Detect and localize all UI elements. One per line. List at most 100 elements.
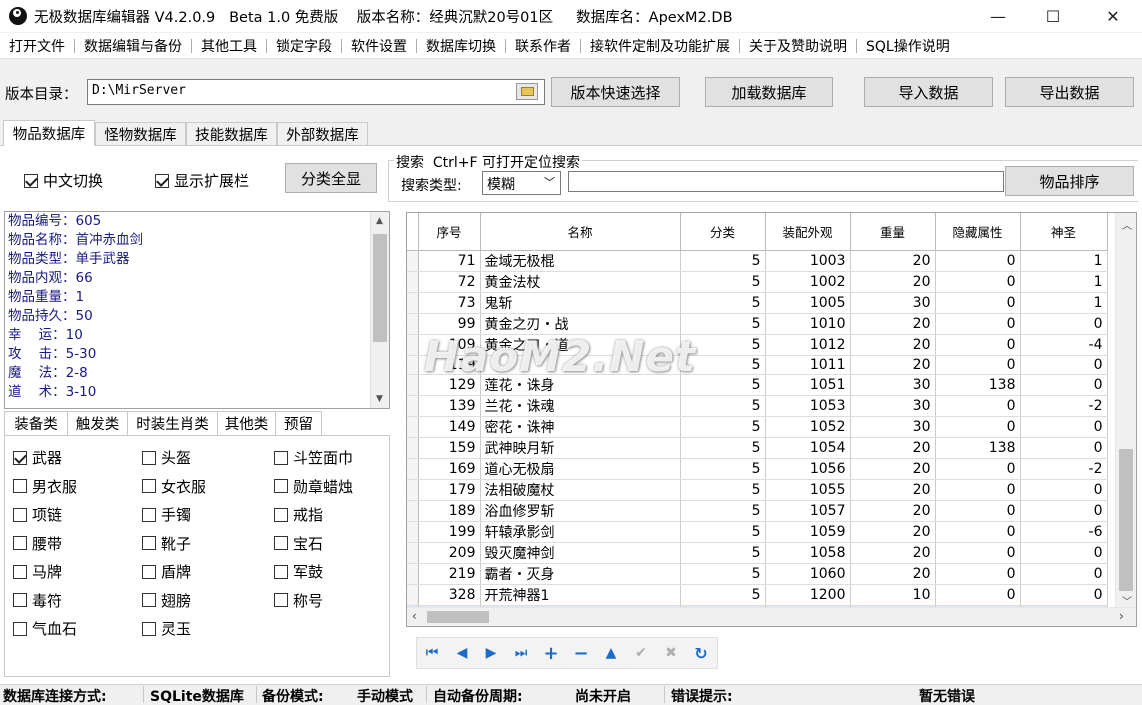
table-row[interactable]: 71 金域无极棍 5 1003 20 0 1	[407, 250, 1108, 272]
row-weight-cell[interactable]: 30	[850, 416, 936, 438]
table-row[interactable]: 99 黄金之刃・战 5 1010 20 0 0	[407, 313, 1108, 335]
scroll-down-icon[interactable]: ▼	[376, 394, 383, 404]
row-category-cell[interactable]: 5	[680, 458, 766, 480]
row-holy-cell[interactable]: 0	[1020, 374, 1108, 396]
category-checkbox[interactable]: 女衣服	[142, 476, 206, 497]
row-holy-cell[interactable]: 0	[1020, 542, 1108, 564]
items-grid[interactable]: 序号 名称 分类 装配外观 重量 隐藏属性 神圣 71 金域无极棍 5 1003 20 0…	[406, 212, 1137, 627]
row-indicator[interactable]	[407, 437, 419, 459]
row-id-cell[interactable]: 72	[418, 271, 481, 293]
category-checkbox[interactable]: 靴子	[142, 533, 191, 554]
table-row[interactable]: 149 密花・诛神 5 1052 30 0 0	[407, 416, 1108, 438]
cat-tab-fashion[interactable]: 时装生肖类	[128, 411, 218, 435]
refresh-icon[interactable]: ↻	[689, 642, 713, 664]
row-hidden-attr-cell[interactable]: 138	[935, 374, 1021, 396]
info-scrollbar[interactable]: ▲ ▼	[370, 212, 389, 408]
row-id-cell[interactable]: 189	[418, 500, 481, 522]
row-id-cell[interactable]: 109	[418, 334, 481, 356]
row-weight-cell[interactable]: 20	[850, 479, 936, 501]
row-weight-cell[interactable]: 20	[850, 542, 936, 564]
category-checkbox[interactable]: 勋章蜡烛	[274, 476, 353, 497]
row-name-cell[interactable]: 毁灭魔神剑	[480, 542, 681, 564]
row-hidden-attr-cell[interactable]: 0	[935, 542, 1021, 564]
category-checkbox[interactable]: 灵玉	[142, 618, 191, 639]
column-header-holy[interactable]: 神圣	[1020, 213, 1108, 251]
row-holy-cell[interactable]: 1	[1020, 292, 1108, 314]
row-category-cell[interactable]: 5	[680, 395, 766, 417]
row-indicator[interactable]	[407, 521, 419, 543]
table-row[interactable]: 119 5 1011 20 0 0	[407, 355, 1108, 375]
row-name-cell[interactable]: 鬼斩	[480, 292, 681, 314]
row-hidden-attr-cell[interactable]: 0	[935, 500, 1021, 522]
scroll-down-icon[interactable]: ﹀	[1122, 593, 1132, 608]
row-hidden-attr-cell[interactable]: 0	[935, 479, 1021, 501]
category-checkbox[interactable]: 马牌	[13, 561, 62, 582]
row-weight-cell[interactable]: 30	[850, 395, 936, 417]
row-category-cell[interactable]: 5	[680, 500, 766, 522]
row-holy-cell[interactable]: -2	[1020, 458, 1108, 480]
row-weight-cell[interactable]: 20	[850, 334, 936, 356]
row-hidden-attr-cell[interactable]: 0	[935, 395, 1021, 417]
row-holy-cell[interactable]: -2	[1020, 395, 1108, 417]
category-checkbox[interactable]: 斗笠面巾	[274, 447, 353, 468]
row-indicator[interactable]	[407, 500, 419, 522]
column-header-category[interactable]: 分类	[680, 213, 766, 251]
column-header-appearance[interactable]: 装配外观	[765, 213, 851, 251]
menu-contact[interactable]: 联系作者	[506, 36, 580, 56]
row-name-cell[interactable]: 道心无极扇	[480, 458, 681, 480]
row-hidden-attr-cell[interactable]: 0	[935, 458, 1021, 480]
row-appearance-cell[interactable]: 1059	[765, 521, 851, 543]
row-id-cell[interactable]: 119	[418, 355, 481, 375]
prev-record-icon[interactable]: ◀	[450, 642, 474, 664]
row-name-cell[interactable]: 霸者・灭身	[480, 563, 681, 585]
row-category-cell[interactable]: 5	[680, 563, 766, 585]
row-name-cell[interactable]: 轩辕承影剑	[480, 521, 681, 543]
menu-settings[interactable]: 软件设置	[342, 36, 416, 56]
row-indicator[interactable]	[407, 458, 419, 480]
category-checkbox[interactable]: 气血石	[13, 618, 77, 639]
row-holy-cell[interactable]: 0	[1020, 584, 1108, 606]
row-hidden-attr-cell[interactable]: 0	[935, 292, 1021, 314]
row-id-cell[interactable]: 71	[418, 250, 481, 272]
search-input[interactable]	[568, 171, 1004, 192]
table-row[interactable]: 179 法相破魔杖 5 1055 20 0 0	[407, 479, 1108, 501]
row-indicator[interactable]	[407, 250, 419, 272]
menu-about[interactable]: 关于及赞助说明	[740, 36, 856, 56]
category-checkbox[interactable]: 武器	[13, 447, 62, 468]
row-hidden-attr-cell[interactable]: 0	[935, 313, 1021, 335]
row-category-cell[interactable]: 5	[680, 313, 766, 335]
row-category-cell[interactable]: 5	[680, 374, 766, 396]
row-indicator[interactable]	[407, 292, 419, 314]
tab-items[interactable]: 物品数据库	[3, 120, 95, 146]
row-appearance-cell[interactable]: 1051	[765, 374, 851, 396]
row-indicator[interactable]	[407, 395, 419, 417]
menu-open-file[interactable]: 打开文件	[0, 36, 74, 56]
row-hidden-attr-cell[interactable]: 0	[935, 584, 1021, 606]
row-holy-cell[interactable]: 0	[1020, 479, 1108, 501]
category-checkbox[interactable]: 头盔	[142, 447, 191, 468]
row-id-cell[interactable]: 99	[418, 313, 481, 335]
row-weight-cell[interactable]: 20	[850, 437, 936, 459]
table-row[interactable]: 189 浴血修罗斩 5 1057 20 0 0	[407, 500, 1108, 522]
edit-record-icon[interactable]: ▲	[599, 642, 623, 664]
dir-input[interactable]: D:\MirServer	[87, 79, 545, 105]
row-weight-cell[interactable]: 20	[850, 563, 936, 585]
delete-record-icon[interactable]: −	[569, 642, 593, 664]
cat-tab-trigger[interactable]: 触发类	[68, 411, 128, 435]
category-checkbox[interactable]: 翅膀	[142, 590, 191, 611]
table-row[interactable]: 169 道心无极扇 5 1056 20 0 -2	[407, 458, 1108, 480]
row-hidden-attr-cell[interactable]: 0	[935, 334, 1021, 356]
item-sort-button[interactable]: 物品排序	[1005, 166, 1134, 196]
scroll-left-icon[interactable]: ‹	[412, 609, 417, 623]
chinese-switch-checkbox[interactable]: 中文切换	[24, 170, 103, 191]
row-id-cell[interactable]: 219	[418, 563, 481, 585]
table-row[interactable]: 109 黄金之刃・道 5 1012 20 0 -4	[407, 334, 1108, 356]
row-name-cell[interactable]: 黄金之刃・道	[480, 334, 681, 356]
row-appearance-cell[interactable]: 1056	[765, 458, 851, 480]
table-row[interactable]: 209 毁灭魔神剑 5 1058 20 0 0	[407, 542, 1108, 564]
row-appearance-cell[interactable]: 1052	[765, 416, 851, 438]
row-weight-cell[interactable]: 20	[850, 521, 936, 543]
row-appearance-cell[interactable]: 1005	[765, 292, 851, 314]
row-indicator[interactable]	[407, 416, 419, 438]
row-id-cell[interactable]: 328	[418, 584, 481, 606]
